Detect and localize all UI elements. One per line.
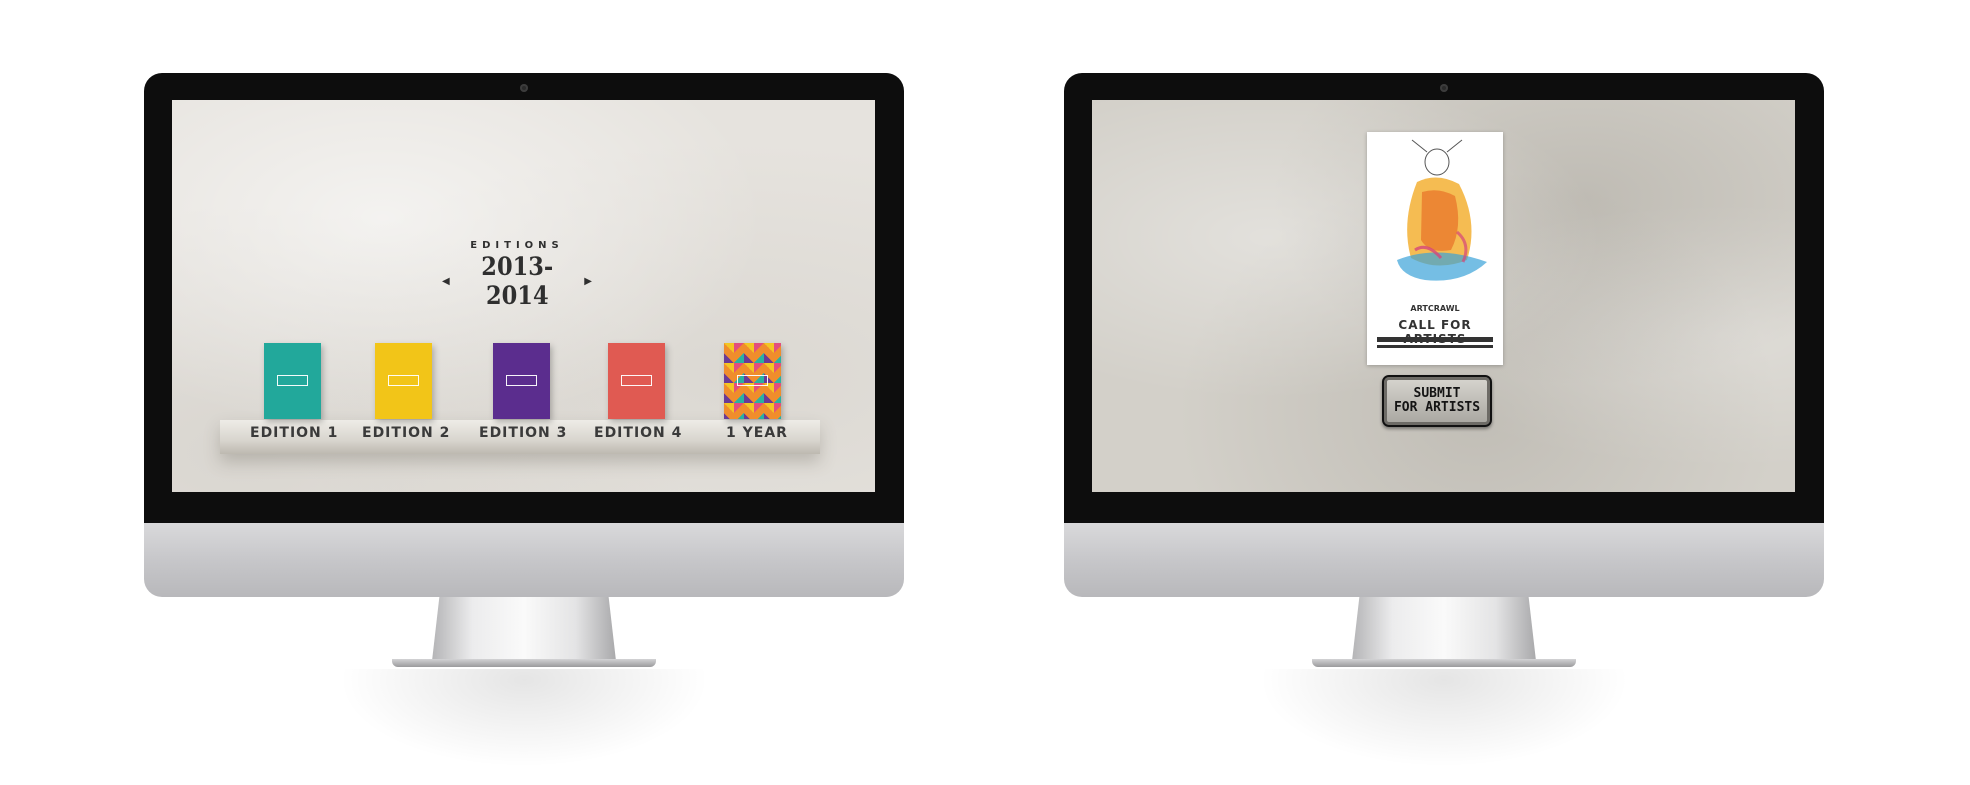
monitor-stand (1352, 597, 1536, 661)
logo-icon (737, 375, 768, 386)
monitor-left: EDITIONS ◀ 2013-2014 ▶ EDITION 1 EDITION… (144, 73, 904, 779)
editions-title: EDITIONS (470, 240, 564, 251)
caret-left-icon[interactable]: ◀ (442, 276, 450, 287)
book-edition-2[interactable] (375, 343, 432, 419)
edition-label-3[interactable]: EDITION 3 (479, 425, 567, 441)
submit-button-label: SUBMIT FOR ARTISTS (1393, 386, 1481, 415)
monitor-foot (1312, 659, 1576, 667)
poster-illustration (1397, 139, 1487, 281)
edition-label-4[interactable]: EDITION 4 (594, 425, 682, 441)
monitor-chin (144, 523, 904, 597)
logo-icon (277, 375, 308, 386)
call-for-artists-poster[interactable]: ARTCRAWL CALL FOR ARTISTS (1367, 132, 1503, 365)
book-edition-1[interactable] (264, 343, 321, 419)
poster-band (1377, 337, 1493, 342)
editions-heading: EDITIONS ◀ 2013-2014 ▶ (442, 240, 592, 310)
logo-icon (506, 375, 537, 386)
poster-band (1377, 345, 1493, 348)
screen-editions: EDITIONS ◀ 2013-2014 ▶ EDITION 1 EDITION… (172, 100, 875, 492)
screen-call-for-artists: ARTCRAWL CALL FOR ARTISTS SUBMIT FOR ART… (1092, 100, 1795, 492)
monitor-chin (1064, 523, 1824, 597)
camera-icon (520, 84, 528, 92)
years-selector: ◀ 2013-2014 ▶ (442, 252, 592, 310)
monitor-shadow (314, 669, 734, 779)
caret-right-icon[interactable]: ▶ (584, 276, 592, 287)
logo-icon (388, 375, 419, 386)
book-edition-3[interactable] (493, 343, 550, 419)
logo-icon (621, 375, 652, 386)
submit-for-artists-button[interactable]: SUBMIT FOR ARTISTS (1382, 375, 1492, 427)
book-edition-4[interactable] (608, 343, 665, 419)
poster-brand: ARTCRAWL (1410, 304, 1460, 313)
years-label: 2013-2014 (481, 252, 553, 310)
monitor-right: ARTCRAWL CALL FOR ARTISTS SUBMIT FOR ART… (1064, 73, 1824, 779)
monitor-bezel: EDITIONS ◀ 2013-2014 ▶ EDITION 1 EDITION… (144, 73, 904, 523)
edition-label-2[interactable]: EDITION 2 (362, 425, 450, 441)
monitor-foot (392, 659, 656, 667)
camera-icon (1440, 84, 1448, 92)
book-1-year[interactable] (724, 343, 781, 419)
edition-label-1-year[interactable]: 1 YEAR (726, 425, 788, 441)
monitor-bezel: ARTCRAWL CALL FOR ARTISTS SUBMIT FOR ART… (1064, 73, 1824, 523)
edition-label-1[interactable]: EDITION 1 (250, 425, 338, 441)
monitor-stand (432, 597, 616, 661)
monitor-shadow (1234, 669, 1654, 779)
